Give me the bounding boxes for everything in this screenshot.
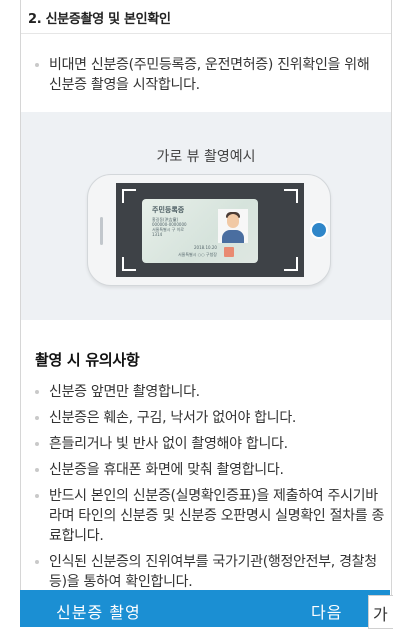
example-panel: 가로 뷰 촬영예시 주민등록증 홍길동(洪吉童) 000000-0000000 … — [21, 112, 391, 320]
phone-illustration: 주민등록증 홍길동(洪吉童) 000000-0000000 서울특별시 구 이로… — [87, 174, 331, 286]
id-card-address-2: 1314 — [152, 232, 163, 237]
phone-home-button — [100, 217, 103, 245]
bullet-dot-icon — [35, 494, 39, 498]
id-card-date: 2018.10.20 — [194, 245, 217, 250]
caution-item: 신분증을 휴대폰 화면에 맞춰 촬영합니다. — [35, 460, 385, 480]
frame-corner-icon — [122, 257, 136, 271]
caution-item: 흔들리거나 빛 반사 없이 촬영해야 합니다. — [35, 434, 385, 454]
frame-corner-icon — [122, 189, 136, 203]
caution-item: 인식된 신분증의 진위여부를 국가기관(행정안전부, 경찰청 등)을 통하여 확… — [35, 552, 385, 592]
caution-item: 신분증 앞면만 촬영합니다. — [35, 382, 385, 402]
intro-text: 비대면 신분증(주민등록증, 운전면허증) 진위확인을 위해 신분증 촬영을 시… — [35, 55, 385, 95]
bullet-dot-icon — [35, 442, 39, 446]
content-frame: 2. 신분증촬영 및 본인확인 비대면 신분증(주민등록증, 운전면허증) 진위… — [20, 0, 392, 627]
caution-item: 반드시 본인의 신분증(실명확인증표)을 제출하여 주시기바라며 타인의 신분증… — [35, 486, 385, 546]
bullet-dot-icon — [35, 63, 39, 67]
frame-corner-icon — [284, 189, 298, 203]
next-button[interactable]: 다음 — [311, 599, 342, 623]
id-card-issuer: 서울특별시 ○○ 구청장 — [178, 252, 217, 257]
bullet-dot-icon — [35, 416, 39, 420]
bullet-dot-icon — [35, 468, 39, 472]
caution-item: 신분증은 훼손, 구김, 낙서가 없어야 합니다. — [35, 408, 385, 428]
bullet-dot-icon — [35, 560, 39, 564]
intro-text-label: 비대면 신분증(주민등록증, 운전면허증) 진위확인을 위해 신분증 촬영을 시… — [49, 57, 370, 93]
example-title: 가로 뷰 촬영예시 — [156, 149, 256, 165]
id-card-illustration: 주민등록증 홍길동(洪吉童) 000000-0000000 서울특별시 구 이로… — [142, 199, 258, 263]
cautions-title: 촬영 시 유의사항 — [35, 351, 140, 369]
phone-screen: 주민등록증 홍길동(洪吉童) 000000-0000000 서울특별시 구 이로… — [116, 183, 304, 277]
seal-stamp-icon — [224, 247, 234, 257]
capture-id-button[interactable]: 신분증 촬영 — [56, 599, 141, 623]
bullet-dot-icon — [35, 390, 39, 394]
person-avatar-icon — [218, 209, 248, 243]
section-title: 2. 신분증촬영 및 본인확인 — [28, 12, 171, 27]
camera-shutter-icon — [310, 221, 328, 239]
id-card-title: 주민등록증 — [152, 206, 185, 214]
bottom-action-bar: 신분증 촬영 다음 — [20, 590, 390, 627]
frame-corner-icon — [284, 257, 298, 271]
edge-tab-label: 가 — [373, 605, 388, 624]
section-divider — [21, 33, 391, 34]
edge-tab[interactable]: 가 — [368, 595, 393, 629]
